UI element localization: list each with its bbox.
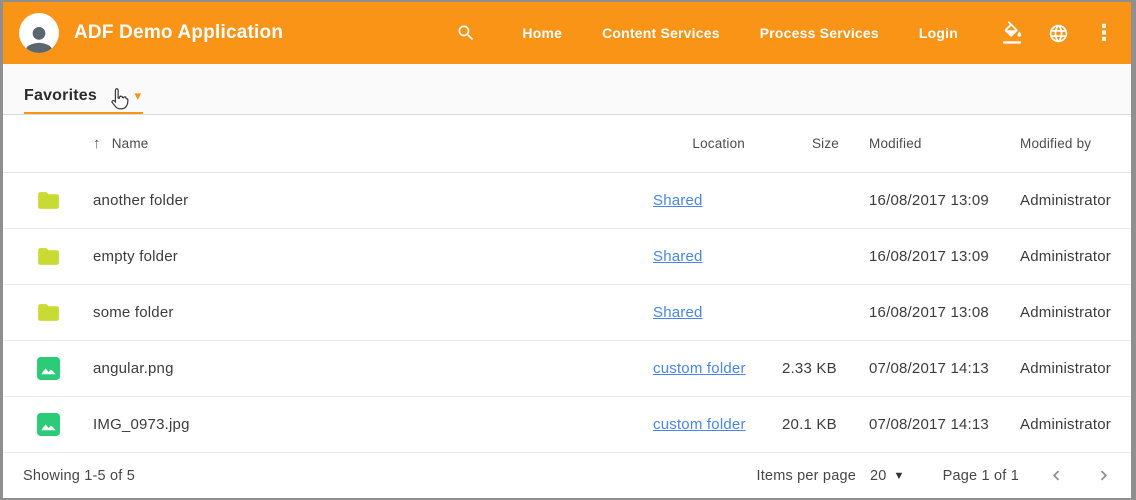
app-title: ADF Demo Application	[74, 22, 283, 44]
file-type-cell	[36, 188, 93, 213]
file-type-cell	[36, 356, 93, 381]
pagination-footer: Showing 1-5 of 5 Items per page 20 ▼ Pag…	[3, 453, 1131, 498]
more-menu-button[interactable]: ⋮	[1093, 22, 1109, 44]
table-row[interactable]: some folder Shared 16/08/2017 13:08 Admi…	[3, 285, 1131, 341]
search-button[interactable]	[456, 23, 476, 43]
modified-date: 16/08/2017 13:08	[869, 304, 1020, 321]
nav-home[interactable]: Home	[522, 15, 562, 51]
modified-date: 07/08/2017 14:13	[869, 360, 1020, 377]
view-toolbar: Favorites ▾	[3, 64, 1131, 115]
location-cell: Shared	[653, 248, 782, 265]
table-row[interactable]: angular.png custom folder 2.33 KB 07/08/…	[3, 341, 1131, 397]
location-cell: custom folder	[653, 416, 782, 433]
column-header-location[interactable]: Location	[653, 136, 782, 151]
column-header-name[interactable]: ↑ Name	[93, 135, 653, 152]
user-avatar[interactable]	[19, 13, 59, 53]
file-name: some folder	[93, 304, 653, 321]
next-page-button[interactable]	[1094, 466, 1113, 485]
language-picker-button[interactable]	[1048, 23, 1069, 44]
location-cell: custom folder	[653, 360, 782, 377]
kebab-menu-icon: ⋮	[1093, 22, 1109, 44]
folder-icon	[36, 244, 61, 269]
modified-date: 07/08/2017 14:13	[869, 416, 1020, 433]
items-per-page-value: 20	[870, 468, 887, 484]
person-icon	[21, 21, 57, 53]
modified-by: Administrator	[1020, 304, 1131, 321]
modified-by: Administrator	[1020, 248, 1131, 265]
file-type-cell	[36, 244, 93, 269]
file-name: another folder	[93, 192, 653, 209]
file-type-cell	[36, 300, 93, 325]
file-size: 20.1 KB	[782, 416, 869, 433]
table-row[interactable]: IMG_0973.jpg custom folder 20.1 KB 07/08…	[3, 397, 1131, 453]
nav-content-services[interactable]: Content Services	[602, 15, 720, 51]
table-row[interactable]: another folder Shared 16/08/2017 13:09 A…	[3, 173, 1131, 229]
chevron-left-icon	[1047, 466, 1066, 485]
location-link[interactable]: Shared	[653, 248, 703, 265]
theme-picker-button[interactable]	[1002, 21, 1024, 45]
sort-ascending-icon: ↑	[93, 135, 101, 152]
items-per-page-select[interactable]: 20 ▼	[870, 468, 905, 484]
column-header-modified-by[interactable]: Modified by	[1020, 136, 1131, 151]
nav-process-services[interactable]: Process Services	[760, 15, 879, 51]
caret-down-icon: ▼	[894, 470, 905, 482]
column-header-size[interactable]: Size	[782, 136, 869, 151]
modified-date: 16/08/2017 13:09	[869, 248, 1020, 265]
showing-label: Showing 1-5 of 5	[23, 468, 135, 484]
location-link[interactable]: Shared	[653, 304, 703, 321]
file-type-cell	[36, 412, 93, 437]
file-name: empty folder	[93, 248, 653, 265]
caret-down-icon: ▾	[134, 91, 141, 101]
globe-icon	[1048, 23, 1069, 44]
file-name: IMG_0973.jpg	[93, 416, 653, 433]
image-icon	[36, 356, 61, 381]
chevron-right-icon	[1094, 466, 1113, 485]
page-label: Page 1 of 1	[943, 468, 1019, 484]
modified-by: Administrator	[1020, 192, 1131, 209]
header-actions: Home Content Services Process Services L…	[456, 15, 1109, 51]
table-row[interactable]: empty folder Shared 16/08/2017 13:09 Adm…	[3, 229, 1131, 285]
location-cell: Shared	[653, 192, 782, 209]
table-body: another folder Shared 16/08/2017 13:09 A…	[3, 173, 1131, 453]
previous-page-button[interactable]	[1047, 466, 1066, 485]
location-link[interactable]: Shared	[653, 192, 703, 209]
nav-login[interactable]: Login	[919, 15, 958, 51]
column-header-modified[interactable]: Modified	[869, 136, 1020, 151]
file-size: 2.33 KB	[782, 360, 869, 377]
file-name: angular.png	[93, 360, 653, 377]
location-cell: Shared	[653, 304, 782, 321]
modified-date: 16/08/2017 13:09	[869, 192, 1020, 209]
folder-icon	[36, 188, 61, 213]
folder-icon	[36, 300, 61, 325]
favorites-dropdown[interactable]: Favorites ▾	[24, 87, 143, 114]
table-header-row: ↑ Name Location Size Modified Modified b…	[3, 115, 1131, 173]
search-icon	[456, 23, 476, 43]
pagination-controls: Items per page 20 ▼ Page 1 of 1	[756, 466, 1113, 485]
location-link[interactable]: custom folder	[653, 416, 746, 433]
app-header: ADF Demo Application Home Content Servic…	[3, 2, 1131, 64]
image-icon	[36, 412, 61, 437]
modified-by: Administrator	[1020, 416, 1131, 433]
app-window: ADF Demo Application Home Content Servic…	[0, 0, 1136, 500]
favorites-dropdown-label: Favorites	[24, 87, 97, 105]
modified-by: Administrator	[1020, 360, 1131, 377]
location-link[interactable]: custom folder	[653, 360, 746, 377]
paint-bucket-icon	[1002, 21, 1024, 45]
items-per-page-label: Items per page	[756, 468, 856, 484]
